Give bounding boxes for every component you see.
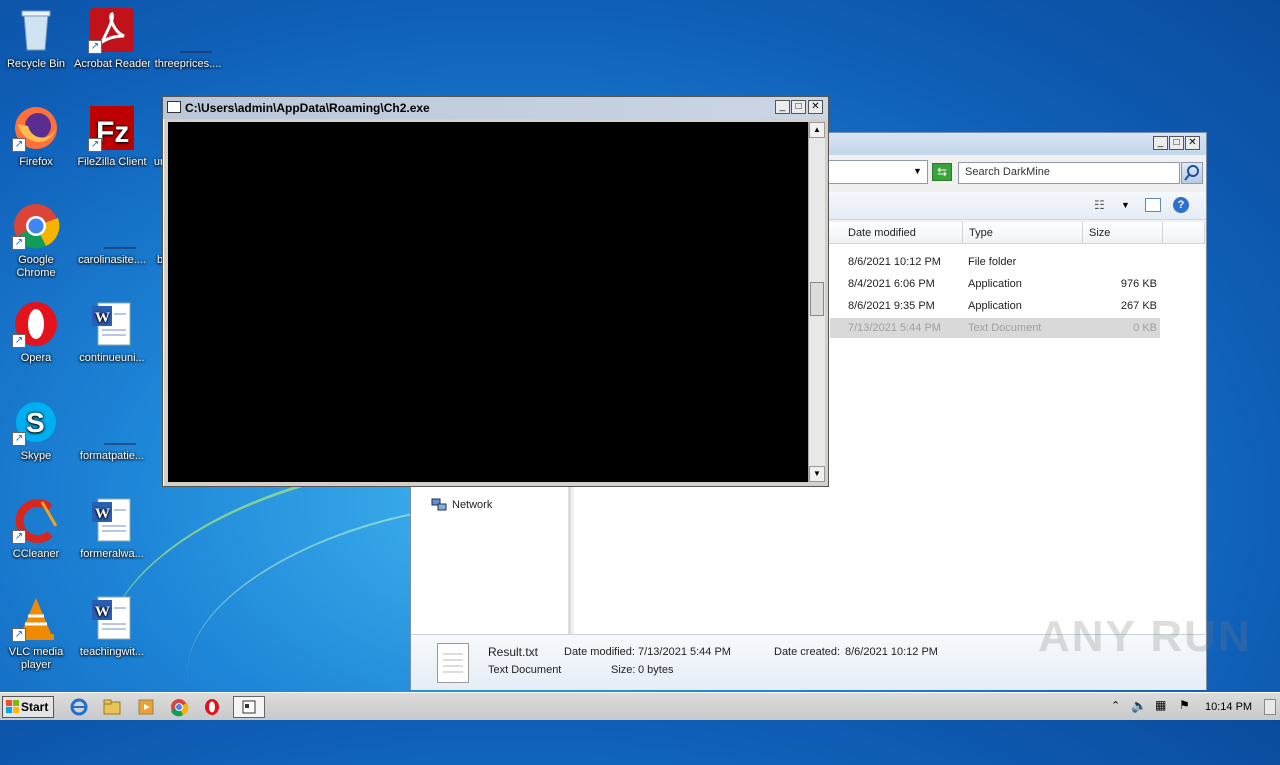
search-icon[interactable] <box>1181 162 1203 184</box>
show-desktop-button[interactable] <box>1264 699 1276 715</box>
explorer-taskbar-icon[interactable] <box>101 696 127 718</box>
close-button[interactable]: ✕ <box>808 100 823 114</box>
desktop-icon-filezilla[interactable]: Fz ↗ FileZilla Client <box>74 104 150 169</box>
start-button[interactable]: Start <box>2 696 54 718</box>
shortcut-arrow-icon: ↗ <box>12 432 26 446</box>
text-file-icon <box>437 643 469 683</box>
chevron-down-icon[interactable]: ▼ <box>913 166 922 176</box>
action-center-flag-icon[interactable]: ⚑ <box>1179 698 1190 712</box>
taskbar: Start ⌃ 🔈 ▦ ⚑ 10:14 PM <box>0 692 1280 720</box>
windows-logo-icon <box>6 700 19 713</box>
desktop-icon-firefox[interactable]: ↗ Firefox <box>0 104 74 169</box>
help-icon[interactable]: ? <box>1173 197 1189 213</box>
preview-pane-icon[interactable] <box>1145 198 1161 212</box>
scroll-thumb[interactable] <box>810 282 824 316</box>
network-tray-icon[interactable]: ▦ <box>1155 698 1166 712</box>
close-button[interactable]: ✕ <box>1185 136 1200 150</box>
desktop-icon-ccleaner[interactable]: ↗ CCleaner <box>0 496 74 561</box>
file-row[interactable]: 8/6/2021 9:35 PM Application 267 KB <box>830 296 1160 316</box>
desktop-icon-carolinasite[interactable]: carolinasite.... <box>74 202 150 267</box>
svg-text:W: W <box>95 604 110 620</box>
desktop-icon-continueuni[interactable]: W continueuni... <box>74 300 150 365</box>
shortcut-arrow-icon: ↗ <box>12 236 26 250</box>
word-doc-icon: W <box>88 594 136 642</box>
file-row[interactable]: 8/4/2021 6:06 PM Application 976 KB <box>830 274 1160 294</box>
shortcut-arrow-icon: ↗ <box>12 138 26 152</box>
maximize-button[interactable]: □ <box>1169 136 1184 150</box>
file-row[interactable]: 8/6/2021 10:12 PM File folder <box>830 252 1160 272</box>
desktop-icon-recycle-bin[interactable]: Recycle Bin <box>0 6 74 71</box>
shortcut-arrow-icon: ↗ <box>12 530 26 544</box>
nav-item-network[interactable]: Network <box>431 498 492 512</box>
desktop-icon-skype[interactable]: S ↗ Skype <box>0 398 74 463</box>
word-doc-icon: W <box>88 300 136 348</box>
console-title-bar[interactable]: C:\Users\admin\AppData\Roaming\Ch2.exe _… <box>163 97 828 119</box>
desktop-icon-formatpatie[interactable]: formatpatie... <box>74 398 150 463</box>
file-icon <box>88 398 146 446</box>
scroll-down-icon[interactable]: ▼ <box>809 466 825 482</box>
desktop-icon-threeprices[interactable]: threeprices.... <box>150 6 226 71</box>
desktop-icon-opera[interactable]: ↗ Opera <box>0 300 74 365</box>
svg-text:W: W <box>95 506 110 522</box>
ie-icon[interactable] <box>68 696 94 718</box>
chrome-icon: ↗ <box>12 202 60 250</box>
volume-icon[interactable]: 🔈 <box>1131 698 1147 714</box>
chevron-down-icon[interactable]: ▼ <box>1121 200 1130 210</box>
svg-text:S: S <box>26 407 45 438</box>
word-doc-icon: W <box>88 496 136 544</box>
navigation-pane: Network <box>411 484 571 634</box>
shortcut-arrow-icon: ↗ <box>88 40 102 54</box>
file-icon <box>164 6 222 54</box>
vlc-icon: ↗ <box>12 594 60 642</box>
opera-taskbar-icon[interactable] <box>201 696 227 718</box>
acrobat-icon: ↗ <box>88 6 136 54</box>
maximize-button[interactable]: □ <box>791 100 806 114</box>
scroll-up-icon[interactable]: ▲ <box>809 122 825 138</box>
shortcut-arrow-icon: ↗ <box>88 138 102 152</box>
column-header-date[interactable]: Date modified <box>842 222 963 244</box>
ccleaner-icon: ↗ <box>12 496 60 544</box>
minimize-button[interactable]: _ <box>1153 136 1168 150</box>
desktop-icon-vlc[interactable]: ↗ VLC media player <box>0 594 74 672</box>
file-icon <box>88 202 146 250</box>
chrome-taskbar-icon[interactable] <box>168 696 194 718</box>
desktop-icon-teachingwit[interactable]: W teachingwit... <box>74 594 150 659</box>
network-icon <box>431 498 447 512</box>
desktop-icon-formeralwa[interactable]: W formeralwa... <box>74 496 150 561</box>
console-scrollbar[interactable]: ▲ ▼ <box>808 122 825 482</box>
console-output[interactable] <box>168 122 808 482</box>
minimize-button[interactable]: _ <box>775 100 790 114</box>
refresh-icon[interactable]: ⇆ <box>932 163 952 181</box>
desktop-icon-chrome[interactable]: ↗ Google Chrome <box>0 202 74 280</box>
console-taskbar-button[interactable] <box>233 696 265 718</box>
system-tray: ⌃ 🔈 ▦ ⚑ <box>1105 695 1280 719</box>
clock[interactable]: 10:14 PM <box>1205 701 1252 713</box>
console-app-icon <box>167 101 181 113</box>
console-window: C:\Users\admin\AppData\Roaming\Ch2.exe _… <box>162 96 829 487</box>
skype-icon: S ↗ <box>12 398 60 446</box>
desktop-icon-acrobat[interactable]: ↗ Acrobat Reader DC <box>74 6 150 71</box>
firefox-icon: ↗ <box>12 104 60 152</box>
shortcut-arrow-icon: ↗ <box>12 334 26 348</box>
shortcut-arrow-icon: ↗ <box>12 628 26 642</box>
recycle-bin-icon <box>12 6 60 54</box>
view-icon[interactable]: ☷ <box>1094 198 1105 212</box>
show-hidden-icons-icon[interactable]: ⌃ <box>1111 699 1120 712</box>
column-header-filler <box>1163 222 1205 244</box>
file-row-selected[interactable]: 7/13/2021 5:44 PM Text Document 0 KB <box>830 318 1160 338</box>
media-player-icon[interactable] <box>135 696 161 718</box>
svg-text:W: W <box>95 310 110 326</box>
column-header-size[interactable]: Size <box>1083 222 1163 244</box>
filezilla-icon: Fz ↗ <box>88 104 136 152</box>
search-input[interactable]: Search DarkMine <box>958 162 1180 184</box>
column-header-type[interactable]: Type <box>963 222 1083 244</box>
address-bar[interactable]: ▼ <box>828 160 928 184</box>
opera-icon: ↗ <box>12 300 60 348</box>
anyrun-watermark: ANY RUN <box>1038 612 1252 661</box>
